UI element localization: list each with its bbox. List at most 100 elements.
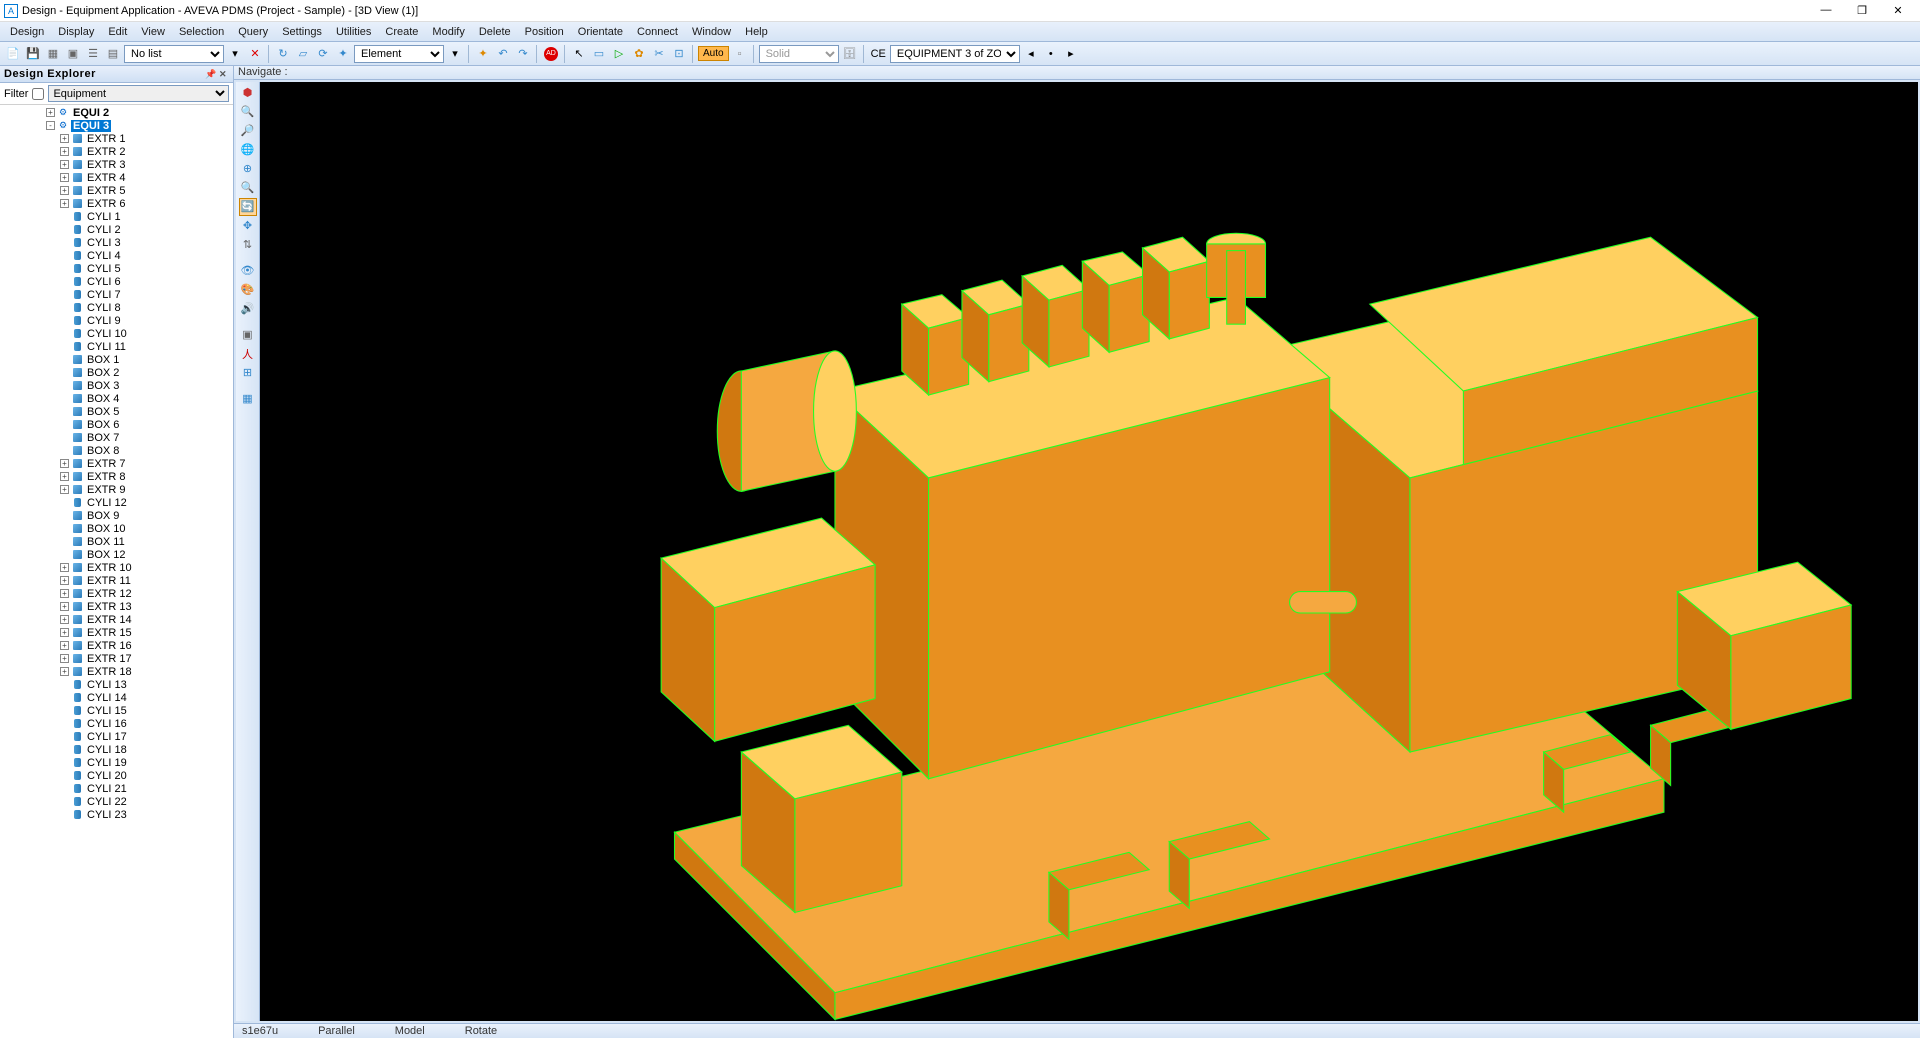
tool-icon[interactable]: ▫ — [731, 45, 749, 63]
tree-label[interactable]: CYLI 1 — [85, 211, 123, 223]
tree-label[interactable]: EXTR 1 — [85, 133, 128, 145]
menu-display[interactable]: Display — [52, 24, 100, 40]
menu-edit[interactable]: Edit — [102, 24, 133, 40]
expand-icon[interactable]: + — [60, 459, 69, 468]
tool-icon[interactable]: ↷ — [514, 45, 532, 63]
expand-icon[interactable]: + — [60, 472, 69, 481]
menu-help[interactable]: Help — [739, 24, 774, 40]
auto-button[interactable]: Auto — [698, 46, 729, 61]
tree-label[interactable]: BOX 5 — [85, 406, 121, 418]
tree-label[interactable]: CYLI 4 — [85, 250, 123, 262]
tree-node[interactable]: CYLI 19 — [0, 756, 233, 769]
tree-node[interactable]: +EXTR 7 — [0, 457, 233, 470]
tree-node[interactable]: CYLI 4 — [0, 249, 233, 262]
tree-label[interactable]: CYLI 14 — [85, 692, 129, 704]
delete-icon[interactable]: ✕ — [246, 45, 264, 63]
tree-node[interactable]: BOX 6 — [0, 418, 233, 431]
menu-design[interactable]: Design — [4, 24, 50, 40]
tree-label[interactable]: CYLI 20 — [85, 770, 129, 782]
tree-label[interactable]: CYLI 17 — [85, 731, 129, 743]
tree-label[interactable]: BOX 1 — [85, 354, 121, 366]
tree-label[interactable]: EXTR 6 — [85, 198, 128, 210]
tree-node[interactable]: + EXTR 15 — [0, 626, 233, 639]
ad-icon[interactable]: AD — [542, 45, 560, 63]
maximize-button[interactable]: ❐ — [1850, 4, 1874, 17]
tree-label[interactable]: CYLI 2 — [85, 224, 123, 236]
vtool-icon[interactable]: 👁 — [239, 262, 257, 280]
tree-node[interactable]: +EXTR 4 — [0, 171, 233, 184]
expand-icon[interactable]: + — [60, 186, 69, 195]
prev-icon[interactable]: ◂ — [1022, 45, 1040, 63]
tree-label[interactable]: EXTR 17 — [85, 653, 134, 665]
tree-label[interactable]: EXTR 8 — [85, 471, 128, 483]
dot-icon[interactable]: • — [1042, 45, 1060, 63]
tree-label[interactable]: CYLI 18 — [85, 744, 129, 756]
menu-settings[interactable]: Settings — [276, 24, 328, 40]
save-icon[interactable]: 💾 — [24, 45, 42, 63]
tree-node[interactable]: +EXTR 11 — [0, 574, 233, 587]
tree-label[interactable]: EQUI 2 — [71, 107, 111, 119]
tree-node[interactable]: +EXTR 16 — [0, 639, 233, 652]
tree-label[interactable]: BOX 8 — [85, 445, 121, 457]
tree-label[interactable]: EQUI 3 — [71, 120, 111, 132]
tree-node[interactable]: +EXTR 3 — [0, 158, 233, 171]
tree-label[interactable]: CYLI 5 — [85, 263, 123, 275]
tool-icon[interactable]: ▣ — [64, 45, 82, 63]
tree-label[interactable]: CYLI 11 — [85, 341, 128, 353]
tree-node[interactable]: BOX 8 — [0, 444, 233, 457]
tree-label[interactable]: CYLI 9 — [85, 315, 123, 327]
tree-label[interactable]: EXTR 12 — [85, 588, 134, 600]
db-icon[interactable]: 🗄 — [841, 45, 859, 63]
tool-icon[interactable]: ✦ — [474, 45, 492, 63]
expand-icon[interactable]: + — [60, 199, 69, 208]
vtool-icon[interactable]: ⊞ — [239, 364, 257, 382]
vtool-icon[interactable]: 🔍 — [239, 179, 257, 197]
tree-node[interactable]: BOX 11 — [0, 535, 233, 548]
tree-node[interactable]: CYLI 11 — [0, 340, 233, 353]
vtool-icon[interactable]: ⊕ — [239, 160, 257, 178]
tree-node[interactable]: BOX 2 — [0, 366, 233, 379]
tree-node[interactable]: CYLI 18 — [0, 743, 233, 756]
tool-icon[interactable]: ⊡ — [670, 45, 688, 63]
tree-node[interactable]: CYLI 23 — [0, 808, 233, 821]
tree-label[interactable]: CYLI 21 — [85, 783, 129, 795]
tree-node[interactable]: CYLI 10 — [0, 327, 233, 340]
vtool-icon[interactable]: 🎨 — [239, 281, 257, 299]
expand-icon[interactable]: + — [60, 628, 69, 637]
tree-label[interactable]: BOX 2 — [85, 367, 121, 379]
minimize-button[interactable]: — — [1814, 4, 1838, 17]
menu-connect[interactable]: Connect — [631, 24, 684, 40]
tree-label[interactable]: EXTR 16 — [85, 640, 134, 652]
filter-checkbox[interactable] — [32, 88, 44, 100]
expand-icon[interactable]: + — [46, 108, 55, 117]
tree-node[interactable]: CYLI 20 — [0, 769, 233, 782]
tool-icon[interactable]: ↻ — [274, 45, 292, 63]
tool-icon[interactable]: ↶ — [494, 45, 512, 63]
tree-node[interactable]: BOX 5 — [0, 405, 233, 418]
tree-label[interactable]: BOX 7 — [85, 432, 121, 444]
tree-node[interactable]: + EXTR 6 — [0, 197, 233, 210]
expand-icon[interactable]: + — [60, 615, 69, 624]
tree-label[interactable]: EXTR 10 — [85, 562, 134, 574]
vtool-icon[interactable]: ⇅ — [239, 236, 257, 254]
element-combo[interactable]: Element — [354, 45, 444, 63]
tree-node[interactable]: CYLI 15 — [0, 704, 233, 717]
tree-label[interactable]: EXTR 15 — [85, 627, 134, 639]
close-button[interactable]: ✕ — [1886, 4, 1910, 17]
tree-label[interactable]: CYLI 7 — [85, 289, 123, 301]
tree-node[interactable]: +EXTR 9 — [0, 483, 233, 496]
tree-label[interactable]: CYLI 22 — [85, 796, 129, 808]
tree-label[interactable]: CYLI 13 — [85, 679, 129, 691]
tree-label[interactable]: BOX 4 — [85, 393, 121, 405]
tree-label[interactable]: CYLI 23 — [85, 809, 129, 821]
tree-label[interactable]: EXTR 4 — [85, 172, 128, 184]
tree-label[interactable]: EXTR 2 — [85, 146, 128, 158]
tree-node[interactable]: CYLI 6 — [0, 275, 233, 288]
tree-node[interactable]: BOX 9 — [0, 509, 233, 522]
tree-label[interactable]: EXTR 11 — [85, 575, 133, 587]
tree-node[interactable]: BOX 10 — [0, 522, 233, 535]
tree-node[interactable]: +EXTR 14 — [0, 613, 233, 626]
rotate-icon[interactable]: 🔄 — [239, 198, 257, 216]
tree-label[interactable]: EXTR 3 — [85, 159, 128, 171]
dropdown-icon[interactable]: ▾ — [446, 45, 464, 63]
